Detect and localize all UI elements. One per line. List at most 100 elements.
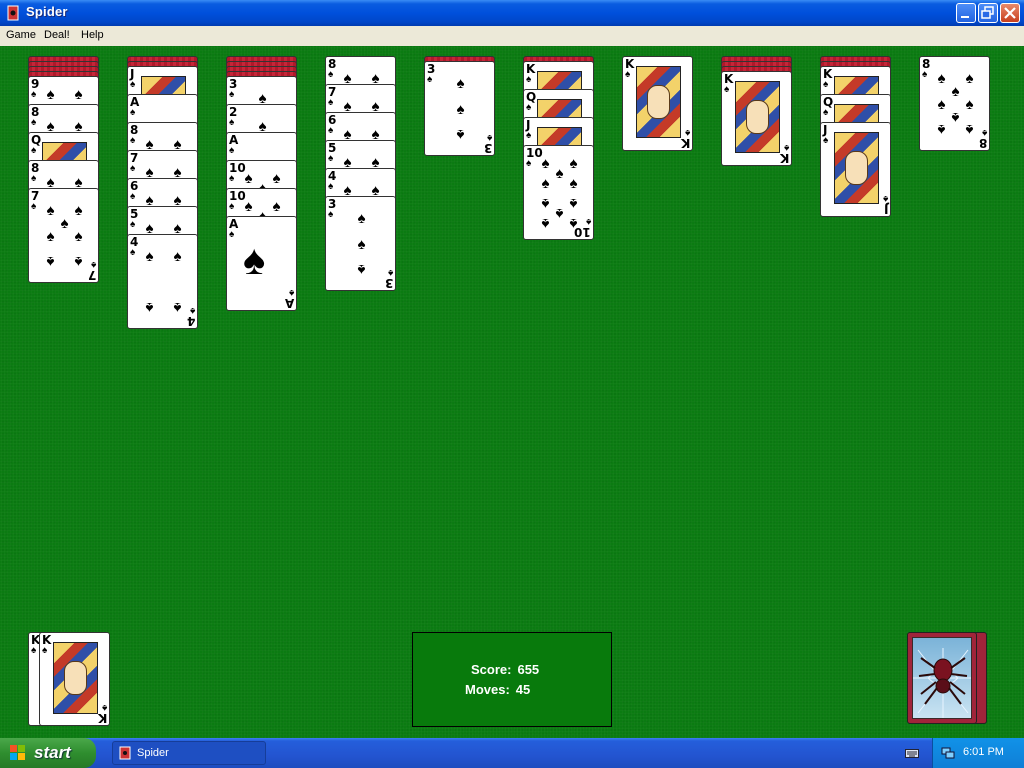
spade-pip-icon: ♠: [357, 210, 366, 227]
face-portrait: [845, 151, 868, 185]
menu-bar: Game Deal! Help: [0, 26, 1024, 47]
card-suit-icon: ♠: [328, 153, 334, 164]
card-suit-icon: ♠: [823, 107, 829, 118]
card-3-spades[interactable]: 3♠3♠♠♠♠: [325, 196, 396, 291]
card-suit-icon: ♠: [328, 125, 334, 136]
card-suit-icon: ♠: [229, 229, 235, 240]
spider-app-icon: [119, 746, 131, 760]
keyboard-icon[interactable]: [905, 747, 919, 759]
card-suit-icon: ♠: [31, 145, 37, 156]
spade-pip-icon: ♠: [74, 253, 83, 270]
spider-web-art: [912, 637, 972, 719]
spade-pip-icon: ♠: [456, 101, 465, 118]
card-suit-icon: ♠: [328, 181, 334, 192]
spade-pip-icon: ♠: [951, 109, 960, 126]
card-suit-icon: ♠: [229, 117, 235, 128]
spade-pip-icon: ♠: [456, 75, 465, 92]
card-rank: K: [97, 711, 107, 725]
card-k-spades[interactable]: K♠K♠: [721, 71, 792, 166]
spade-pip-icon: ♠: [74, 86, 83, 103]
card-suit-icon: ♠: [585, 216, 591, 227]
spade-pip-icon: ♠: [46, 253, 55, 270]
card-rank: K: [680, 136, 690, 150]
spade-pip-icon: ♠: [937, 70, 946, 87]
spade-pip-icon: ♠: [569, 155, 578, 172]
spade-pip-icon: ♠: [569, 195, 578, 212]
menu-game[interactable]: Game: [6, 29, 36, 41]
windows-logo-icon: [10, 745, 25, 760]
clock[interactable]: 6:01 PM: [963, 746, 1004, 758]
card-suit-icon: ♠: [31, 173, 37, 184]
card-a-spades[interactable]: A♠A♠♠: [226, 216, 297, 311]
menu-deal[interactable]: Deal!: [44, 29, 70, 41]
card-suit-icon: ♠: [42, 645, 48, 656]
spade-pip-icon: ♠: [173, 248, 182, 265]
card-suit-icon: ♠: [90, 259, 96, 270]
card-suit-icon: ♠: [101, 702, 107, 713]
card-suit-icon: ♠: [229, 201, 235, 212]
network-icon[interactable]: [941, 745, 955, 759]
taskbar-item-label: Spider: [137, 747, 169, 759]
spade-pip-icon: ♠: [243, 236, 266, 283]
spade-pip-icon: ♠: [272, 198, 281, 215]
spade-pip-icon: ♠: [244, 198, 253, 215]
spade-pip-icon: ♠: [244, 170, 253, 187]
card-suit-icon: ♠: [130, 135, 136, 146]
stock-card[interactable]: [907, 632, 977, 724]
spade-pip-icon: ♠: [965, 70, 974, 87]
card-k-spades[interactable]: K♠K♠: [39, 632, 110, 726]
restore-button[interactable]: [978, 3, 998, 23]
moves-line: Moves: 45: [465, 682, 605, 697]
face-card-art: [53, 642, 98, 714]
spade-pip-icon: ♠: [46, 86, 55, 103]
taskbar-item-spider[interactable]: Spider: [112, 741, 266, 765]
card-suit-icon: ♠: [229, 89, 235, 100]
card-suit-icon: ♠: [724, 84, 730, 95]
spade-pip-icon: ♠: [456, 126, 465, 143]
game-table: 9♠9♠♠♠♠♠♠♠♠♠♠8♠8♠♠♠♠♠♠♠♠♠Q♠Q♠8♠8♠♠♠♠♠♠♠♠…: [0, 46, 1024, 738]
close-button[interactable]: [1000, 3, 1020, 23]
spade-pip-icon: ♠: [541, 215, 550, 232]
spade-pip-icon: ♠: [555, 165, 564, 182]
close-icon: [1004, 7, 1016, 19]
spade-pip-icon: ♠: [46, 202, 55, 219]
spade-pip-icon: ♠: [145, 248, 154, 265]
card-suit-icon: ♠: [882, 193, 888, 204]
card-suit-icon: ♠: [31, 201, 37, 212]
minimize-button[interactable]: [956, 3, 976, 23]
taskbar: start Spider 6:01 PM: [0, 738, 1024, 768]
spade-pip-icon: ♠: [357, 261, 366, 278]
card-k-spades[interactable]: K♠K♠: [622, 56, 693, 151]
title-bar: Spider: [0, 0, 1024, 26]
card-suit-icon: ♠: [31, 89, 37, 100]
card-suit-icon: ♠: [229, 173, 235, 184]
card-j-spades[interactable]: J♠J♠: [820, 122, 891, 217]
start-button[interactable]: start: [0, 738, 96, 768]
card-suit-icon: ♠: [328, 97, 334, 108]
card-rank: 8: [978, 136, 987, 150]
card-7-spades[interactable]: 7♠7♠♠♠♠♠♠♠♠: [28, 188, 99, 283]
card-suit-icon: ♠: [31, 117, 37, 128]
card-3-spades[interactable]: 3♠3♠♠♠♠: [424, 61, 495, 156]
card-suit-icon: ♠: [130, 247, 136, 258]
card-suit-icon: ♠: [328, 69, 334, 80]
spider-icon: [913, 648, 971, 718]
card-rank: A: [284, 296, 294, 310]
card-suit-icon: ♠: [31, 645, 37, 656]
spade-pip-icon: ♠: [541, 175, 550, 192]
spade-pip-icon: ♠: [541, 195, 550, 212]
face-card-art: [636, 66, 681, 138]
card-10-spades[interactable]: 10♠10♠♠♠♠♠♠♠♠♠♠♠: [523, 145, 594, 240]
card-rank: 3: [384, 276, 393, 290]
spade-pip-icon: ♠: [555, 205, 564, 222]
card-suit-icon: ♠: [625, 69, 631, 80]
system-tray: 6:01 PM: [932, 738, 1024, 768]
card-suit-icon: ♠: [526, 74, 532, 85]
menu-help[interactable]: Help: [81, 29, 104, 41]
card-4-spades[interactable]: 4♠4♠♠♠♠♠: [127, 234, 198, 329]
spade-pip-icon: ♠: [965, 96, 974, 113]
card-rank: 3: [483, 141, 492, 155]
card-suit-icon: ♠: [981, 127, 987, 138]
card-8-spades[interactable]: 8♠8♠♠♠♠♠♠♠♠♠: [919, 56, 990, 151]
card-suit-icon: ♠: [783, 142, 789, 153]
